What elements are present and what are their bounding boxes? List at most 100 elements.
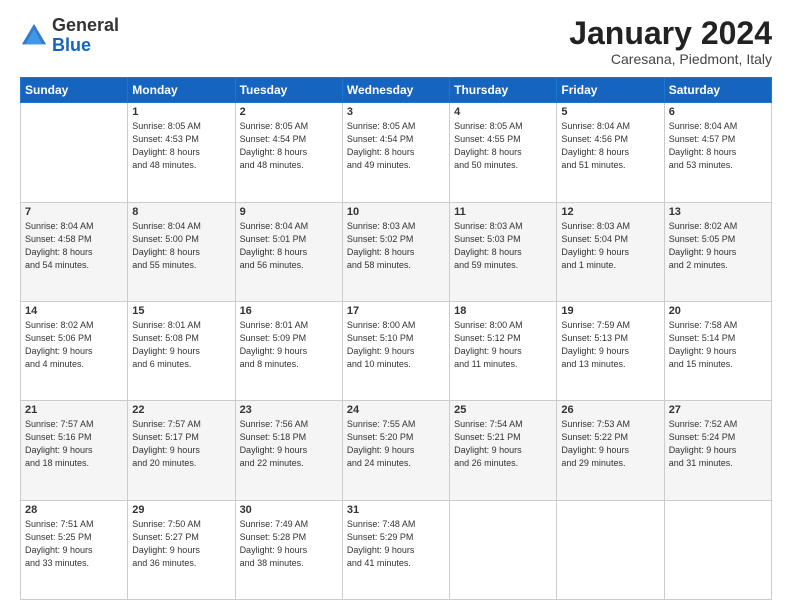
day-number: 20 xyxy=(669,305,767,317)
day-info: Sunrise: 8:01 AM Sunset: 5:09 PM Dayligh… xyxy=(240,319,338,371)
calendar-cell: 12 Sunrise: 8:03 AM Sunset: 5:04 PM Dayli… xyxy=(557,202,664,301)
day-number: 29 xyxy=(132,504,230,516)
calendar-week-row: 28Sunrise: 7:51 AM Sunset: 5:25 PM Dayli… xyxy=(21,500,772,599)
day-number: 15 xyxy=(132,305,230,317)
day-info: Sunrise: 8:04 AM Sunset: 4:58 PM Dayligh… xyxy=(25,220,123,272)
day-number: 25 xyxy=(454,404,552,416)
calendar-cell: 27Sunrise: 7:52 AM Sunset: 5:24 PM Dayli… xyxy=(664,401,771,500)
calendar-cell: 22 Sunrise: 7:57 AM Sunset: 5:17 PM Dayli… xyxy=(128,401,235,500)
calendar-cell: 10 Sunrise: 8:03 AM Sunset: 5:02 PM Dayli… xyxy=(342,202,449,301)
logo-blue-text: Blue xyxy=(52,35,91,55)
calendar-cell: 17 Sunrise: 8:00 AM Sunset: 5:10 PM Dayli… xyxy=(342,301,449,400)
calendar-cell: 16 Sunrise: 8:01 AM Sunset: 5:09 PM Dayli… xyxy=(235,301,342,400)
day-number: 31 xyxy=(347,504,445,516)
day-info: Sunrise: 8:05 AM Sunset: 4:55 PM Dayligh… xyxy=(454,120,552,172)
calendar-cell: 21Sunrise: 7:57 AM Sunset: 5:16 PM Dayli… xyxy=(21,401,128,500)
logo: General Blue xyxy=(20,16,119,56)
day-info: Sunrise: 7:50 AM Sunset: 5:27 PM Dayligh… xyxy=(132,518,230,570)
day-info: Sunrise: 8:03 AM Sunset: 5:04 PM Dayligh… xyxy=(561,220,659,272)
day-info: Sunrise: 8:05 AM Sunset: 4:54 PM Dayligh… xyxy=(240,120,338,172)
day-number: 26 xyxy=(561,404,659,416)
calendar-cell xyxy=(664,500,771,599)
day-info: Sunrise: 8:04 AM Sunset: 5:00 PM Dayligh… xyxy=(132,220,230,272)
day-number: 7 xyxy=(25,206,123,218)
calendar-cell: 25Sunrise: 7:54 AM Sunset: 5:21 PM Dayli… xyxy=(450,401,557,500)
weekday-header-sunday: Sunday xyxy=(21,78,128,103)
calendar-cell: 31 Sunrise: 7:48 AM Sunset: 5:29 PM Dayli… xyxy=(342,500,449,599)
day-number: 9 xyxy=(240,206,338,218)
day-number: 23 xyxy=(240,404,338,416)
day-number: 4 xyxy=(454,106,552,118)
day-number: 30 xyxy=(240,504,338,516)
day-number: 16 xyxy=(240,305,338,317)
day-info: Sunrise: 7:53 AM Sunset: 5:22 PM Dayligh… xyxy=(561,418,659,470)
day-number: 24 xyxy=(347,404,445,416)
calendar-cell: 26 Sunrise: 7:53 AM Sunset: 5:22 PM Dayli… xyxy=(557,401,664,500)
day-info: Sunrise: 7:57 AM Sunset: 5:17 PM Dayligh… xyxy=(132,418,230,470)
day-number: 8 xyxy=(132,206,230,218)
calendar-cell: 5 Sunrise: 8:04 AM Sunset: 4:56 PM Daylig… xyxy=(557,103,664,202)
day-number: 1 xyxy=(132,106,230,118)
calendar-table: SundayMondayTuesdayWednesdayThursdayFrid… xyxy=(20,77,772,600)
day-number: 10 xyxy=(347,206,445,218)
day-info: Sunrise: 8:03 AM Sunset: 5:02 PM Dayligh… xyxy=(347,220,445,272)
day-info: Sunrise: 7:49 AM Sunset: 5:28 PM Dayligh… xyxy=(240,518,338,570)
day-number: 22 xyxy=(132,404,230,416)
day-number: 3 xyxy=(347,106,445,118)
calendar-cell: 8 Sunrise: 8:04 AM Sunset: 5:00 PM Daylig… xyxy=(128,202,235,301)
day-number: 12 xyxy=(561,206,659,218)
title-block: January 2024 Caresana, Piedmont, Italy xyxy=(569,16,772,67)
day-number: 11 xyxy=(454,206,552,218)
calendar-week-row: 14Sunrise: 8:02 AM Sunset: 5:06 PM Dayli… xyxy=(21,301,772,400)
calendar-cell: 9Sunrise: 8:04 AM Sunset: 5:01 PM Daylig… xyxy=(235,202,342,301)
calendar-cell xyxy=(557,500,664,599)
calendar-cell: 2Sunrise: 8:05 AM Sunset: 4:54 PM Daylig… xyxy=(235,103,342,202)
logo-general: General xyxy=(52,15,119,35)
calendar-cell: 30 Sunrise: 7:49 AM Sunset: 5:28 PM Dayli… xyxy=(235,500,342,599)
weekday-header-saturday: Saturday xyxy=(664,78,771,103)
calendar-week-row: 21Sunrise: 7:57 AM Sunset: 5:16 PM Dayli… xyxy=(21,401,772,500)
calendar-cell: 24 Sunrise: 7:55 AM Sunset: 5:20 PM Dayli… xyxy=(342,401,449,500)
weekday-header-wednesday: Wednesday xyxy=(342,78,449,103)
day-info: Sunrise: 8:04 AM Sunset: 4:57 PM Dayligh… xyxy=(669,120,767,172)
day-info: Sunrise: 7:48 AM Sunset: 5:29 PM Dayligh… xyxy=(347,518,445,570)
calendar-cell: 14Sunrise: 8:02 AM Sunset: 5:06 PM Dayli… xyxy=(21,301,128,400)
day-info: Sunrise: 7:55 AM Sunset: 5:20 PM Dayligh… xyxy=(347,418,445,470)
day-info: Sunrise: 8:02 AM Sunset: 5:06 PM Dayligh… xyxy=(25,319,123,371)
day-number: 5 xyxy=(561,106,659,118)
weekday-header-thursday: Thursday xyxy=(450,78,557,103)
location-subtitle: Caresana, Piedmont, Italy xyxy=(569,51,772,67)
day-info: Sunrise: 8:04 AM Sunset: 4:56 PM Dayligh… xyxy=(561,120,659,172)
calendar-header-row: SundayMondayTuesdayWednesdayThursdayFrid… xyxy=(21,78,772,103)
calendar-cell: 19Sunrise: 7:59 AM Sunset: 5:13 PM Dayli… xyxy=(557,301,664,400)
month-title: January 2024 xyxy=(569,16,772,51)
calendar-cell: 15 Sunrise: 8:01 AM Sunset: 5:08 PM Dayli… xyxy=(128,301,235,400)
calendar-cell xyxy=(21,103,128,202)
logo-text: General Blue xyxy=(52,16,119,56)
weekday-header-monday: Monday xyxy=(128,78,235,103)
calendar-cell: 18Sunrise: 8:00 AM Sunset: 5:12 PM Dayli… xyxy=(450,301,557,400)
calendar-cell: 4 Sunrise: 8:05 AM Sunset: 4:55 PM Daylig… xyxy=(450,103,557,202)
calendar-cell: 23 Sunrise: 7:56 AM Sunset: 5:18 PM Dayli… xyxy=(235,401,342,500)
calendar-cell xyxy=(450,500,557,599)
calendar-cell: 11 Sunrise: 8:03 AM Sunset: 5:03 PM Dayli… xyxy=(450,202,557,301)
day-info: Sunrise: 8:00 AM Sunset: 5:12 PM Dayligh… xyxy=(454,319,552,371)
day-info: Sunrise: 8:01 AM Sunset: 5:08 PM Dayligh… xyxy=(132,319,230,371)
logo-icon xyxy=(20,22,48,50)
day-number: 13 xyxy=(669,206,767,218)
day-info: Sunrise: 8:03 AM Sunset: 5:03 PM Dayligh… xyxy=(454,220,552,272)
weekday-header-friday: Friday xyxy=(557,78,664,103)
calendar-cell: 28Sunrise: 7:51 AM Sunset: 5:25 PM Dayli… xyxy=(21,500,128,599)
day-number: 17 xyxy=(347,305,445,317)
day-info: Sunrise: 8:00 AM Sunset: 5:10 PM Dayligh… xyxy=(347,319,445,371)
calendar-week-row: 7 Sunrise: 8:04 AM Sunset: 4:58 PM Daylig… xyxy=(21,202,772,301)
calendar-cell: 29 Sunrise: 7:50 AM Sunset: 5:27 PM Dayli… xyxy=(128,500,235,599)
day-number: 21 xyxy=(25,404,123,416)
weekday-header-tuesday: Tuesday xyxy=(235,78,342,103)
calendar-week-row: 1 Sunrise: 8:05 AM Sunset: 4:53 PM Daylig… xyxy=(21,103,772,202)
day-info: Sunrise: 7:56 AM Sunset: 5:18 PM Dayligh… xyxy=(240,418,338,470)
page: General Blue January 2024 Caresana, Pied… xyxy=(0,0,792,612)
calendar-cell: 1 Sunrise: 8:05 AM Sunset: 4:53 PM Daylig… xyxy=(128,103,235,202)
day-info: Sunrise: 8:05 AM Sunset: 4:53 PM Dayligh… xyxy=(132,120,230,172)
day-info: Sunrise: 7:52 AM Sunset: 5:24 PM Dayligh… xyxy=(669,418,767,470)
